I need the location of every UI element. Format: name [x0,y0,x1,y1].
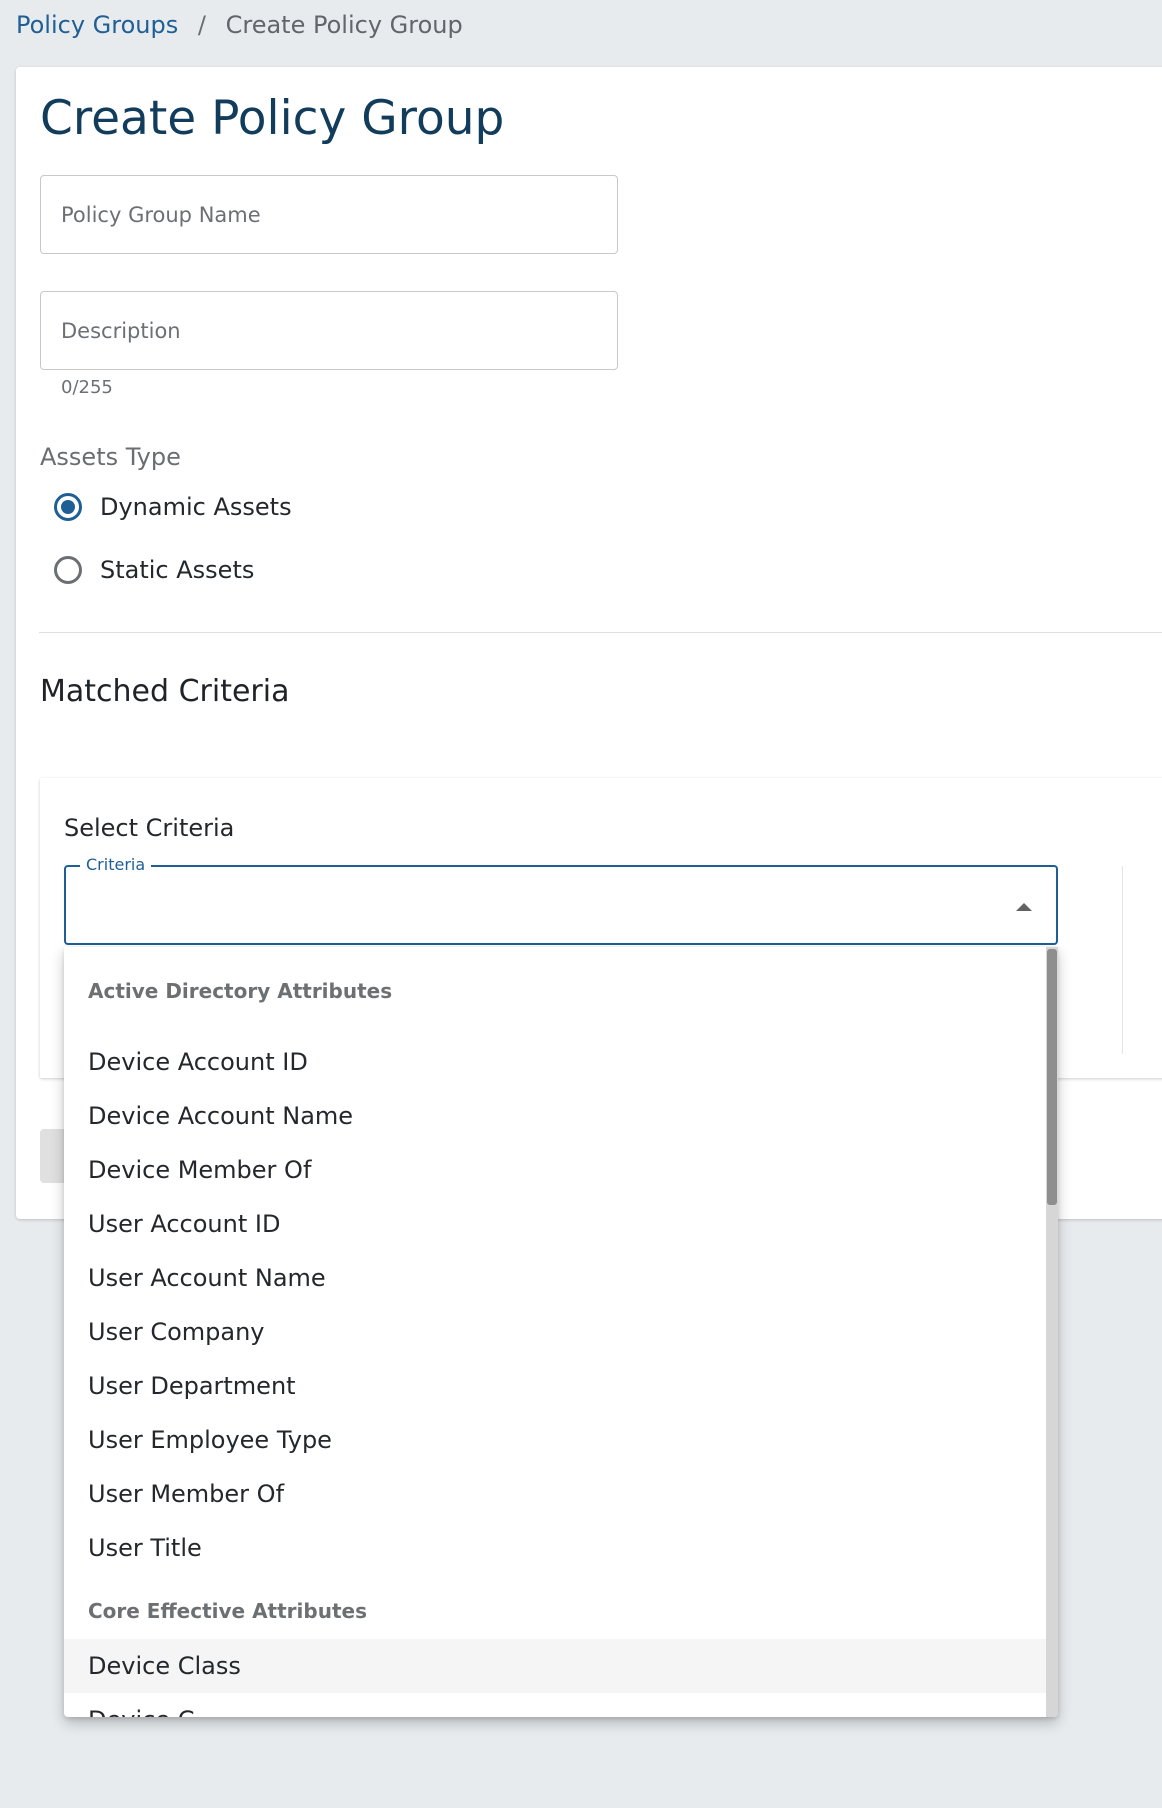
radio-label-static-assets: Static Assets [100,556,255,584]
group-header-active-directory: Active Directory Attributes [88,979,393,1003]
radio-static-assets[interactable]: Static Assets [54,550,254,590]
criteria-options-list: Active Directory Attributes Device Accou… [64,947,1046,1717]
breadcrumb: Policy Groups / Create Policy Group [16,8,463,42]
criteria-dropdown-menu: Active Directory Attributes Device Accou… [64,947,1058,1717]
group-header-core-effective: Core Effective Attributes [88,1599,367,1623]
radio-dot [61,500,75,514]
breadcrumb-link-policy-groups[interactable]: Policy Groups [16,11,178,39]
select-criteria-label: Select Criteria [64,814,235,842]
page-title: Create Policy Group [40,91,505,146]
criteria-select-legend: Criteria [80,855,152,875]
option-device-account-id[interactable]: Device Account ID [64,1035,1046,1089]
assets-type-label: Assets Type [40,443,181,471]
radio-label-dynamic-assets: Dynamic Assets [100,493,292,521]
description-field[interactable] [40,291,618,370]
dropdown-scrollbar-thumb[interactable] [1047,949,1057,1205]
radio-dynamic-assets[interactable]: Dynamic Assets [54,487,292,527]
option-user-account-id[interactable]: User Account ID [64,1197,1046,1251]
criteria-select[interactable]: Criteria [64,855,1058,945]
policy-group-name-input[interactable] [41,176,617,253]
dropdown-scrollbar[interactable] [1046,947,1058,1717]
option-user-employee-type[interactable]: User Employee Type [64,1413,1046,1467]
option-user-company[interactable]: User Company [64,1305,1046,1359]
caret-up-icon[interactable] [1016,903,1032,911]
matched-criteria-title: Matched Criteria [40,674,290,709]
option-user-member-of[interactable]: User Member Of [64,1467,1046,1521]
radio-unchecked-icon[interactable] [54,556,82,584]
option-user-account-name[interactable]: User Account Name [64,1251,1046,1305]
option-device-c-partial[interactable]: Device C... [64,1693,1046,1717]
radio-checked-icon[interactable] [54,493,82,521]
option-device-account-name[interactable]: Device Account Name [64,1089,1046,1143]
description-char-counter: 0/255 [61,377,113,398]
option-user-department[interactable]: User Department [64,1359,1046,1413]
policy-group-name-field[interactable] [40,175,618,254]
option-device-class[interactable]: Device Class [64,1639,1046,1693]
breadcrumb-separator: / [197,11,206,39]
section-divider [39,632,1162,633]
description-input[interactable] [41,292,617,369]
panel-divider [1122,866,1123,1054]
option-user-title[interactable]: User Title [64,1521,1046,1575]
breadcrumb-current: Create Policy Group [225,11,463,39]
option-device-member-of[interactable]: Device Member Of [64,1143,1046,1197]
